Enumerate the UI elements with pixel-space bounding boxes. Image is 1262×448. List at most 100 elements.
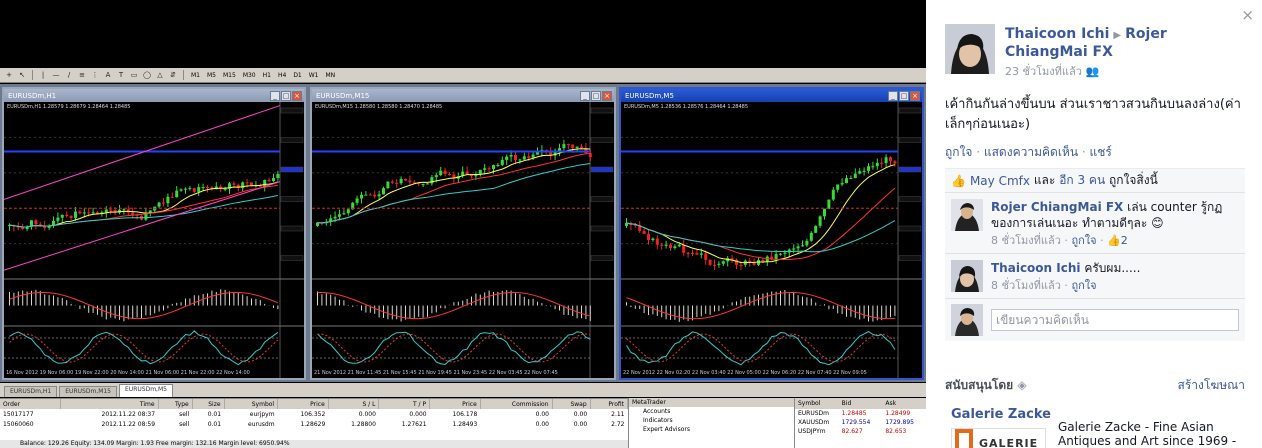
- candle-body: [34, 220, 38, 225]
- comment-time[interactable]: 8 ชั่วโมงที่แล้ว: [991, 279, 1061, 292]
- chart-toolbar: + ↖ | — / ≡ ⋮ A T ▭ ◯ △ ⇵ M1 M5 M15 M30 …: [0, 68, 926, 83]
- close-viewer-button[interactable]: ×: [1241, 6, 1254, 24]
- mw-bid: 82.627: [841, 428, 863, 435]
- orders-panel: Order Time Type Size Symbol Price S / LT / P Pr…: [0, 398, 629, 448]
- order-cell: sell: [179, 420, 190, 428]
- candle-body: [426, 183, 429, 185]
- orders-col-header: Order: [0, 399, 61, 409]
- comment-time[interactable]: 8 ชั่วโมงที่แล้ว: [991, 234, 1061, 247]
- order-cell: sell: [179, 410, 190, 418]
- chart-time-axis: 16 Nov 2012 19 Nov 06:00 19 Nov 22:00 20…: [6, 370, 250, 376]
- candle-body: [536, 152, 539, 155]
- candle-body: [849, 177, 853, 179]
- candle-body: [91, 212, 95, 214]
- candle-body: [651, 238, 655, 241]
- candle-body: [21, 227, 25, 230]
- sponsored-info-icon[interactable]: ◈: [1017, 378, 1026, 392]
- chart-titlebar: EURUSDm,M5 _ □ ×: [621, 89, 922, 102]
- chart-quote: EURUSDm,M5 1.28536 1.28576 1.28464 1.284…: [624, 104, 748, 110]
- candle-body: [245, 182, 249, 184]
- order-cell: 106.178: [452, 410, 478, 418]
- candle-body: [104, 209, 108, 213]
- navigator-item-indicators: Indicators: [643, 417, 673, 424]
- author-avatar[interactable]: [945, 24, 995, 74]
- comment-author-link[interactable]: Rojer ChiangMai FX: [991, 200, 1123, 214]
- friends-privacy-icon[interactable]: 👥: [1085, 65, 1099, 78]
- candle-body: [478, 169, 482, 175]
- order-cell: 0.00: [535, 410, 549, 418]
- comment-like-link[interactable]: ถูกใจ: [1071, 234, 1096, 247]
- order-cell: 106.352: [300, 410, 326, 418]
- orders-col-header: Commission: [480, 399, 553, 409]
- candle-body: [664, 244, 668, 246]
- chart-window-m5: EURUSDm,M5 _ □ × EURUSDm,M5 1.28536 1.2857…: [619, 87, 924, 380]
- ad-title-link[interactable]: Galerie Zacke: [951, 407, 1051, 422]
- candle-body: [562, 144, 566, 149]
- price-tag: [280, 255, 304, 261]
- comment-like-link[interactable]: ถูกใจ: [1071, 279, 1096, 292]
- commenter-avatar[interactable]: [951, 199, 983, 231]
- candle-body: [805, 240, 809, 246]
- order-cell: 2012.11.22 08:59: [101, 420, 156, 428]
- candle-body: [531, 154, 535, 158]
- text-icon: A: [105, 71, 111, 79]
- candle-body: [131, 212, 135, 215]
- sponsored-title-text: สนับสนุนโดย: [945, 378, 1014, 392]
- author-link[interactable]: Thaicoon Ichi: [1005, 26, 1109, 42]
- chart-title: EURUSDm,H1: [8, 91, 57, 100]
- candle-body: [673, 246, 677, 249]
- label-icon: T: [118, 71, 124, 79]
- candle-body: [571, 144, 575, 148]
- share-link[interactable]: แชร์: [1090, 145, 1112, 159]
- candle-body: [443, 170, 447, 175]
- like-link[interactable]: ถูกใจ: [945, 145, 972, 159]
- candle-body: [580, 146, 583, 148]
- post-time-text[interactable]: 23 ชั่วโมงที่แล้ว: [1005, 65, 1082, 78]
- candle-body: [875, 162, 879, 167]
- candle-body: [655, 238, 659, 245]
- liker-link[interactable]: May Cmfx: [970, 174, 1030, 188]
- comment-meta: 8 ชั่วโมงที่แล้ว · ถูกใจ: [991, 279, 1097, 292]
- chart-titlebar: EURUSDm,M15 _ □ ×: [312, 89, 614, 102]
- orders-col-header: Symbol: [224, 399, 279, 409]
- candle-body: [368, 194, 372, 196]
- candle-body: [642, 230, 646, 234]
- trading-terminal-photo: + ↖ | — / ≡ ⋮ A T ▭ ◯ △ ⇵ M1 M5 M15 M30 …: [0, 0, 926, 448]
- rectangle-icon: ▭: [130, 71, 138, 79]
- cursor-icon: ↖: [19, 71, 25, 79]
- comment-author-link[interactable]: Thaicoon Ichi: [991, 261, 1081, 275]
- chart-window-h1: EURUSDm,H1 _ □ × EURUSDm,H1 1.28579 1.2867…: [2, 87, 306, 380]
- other-likers-link[interactable]: อีก 3 คน: [1059, 171, 1105, 190]
- ellipse-icon: ◯: [143, 71, 151, 79]
- comment-link[interactable]: แสดงความคิดเห็น: [984, 145, 1078, 159]
- comment-like-count[interactable]: 👍2: [1107, 234, 1128, 247]
- candle-body: [201, 186, 205, 188]
- order-cell: 15017177: [3, 410, 34, 418]
- market-watch-row: USDJPYm 82.627 82.653: [795, 427, 926, 436]
- timeframe-m15: M15: [223, 71, 236, 79]
- candle-body: [814, 225, 818, 233]
- order-cell: 0.000: [358, 410, 376, 418]
- price-tag: [590, 107, 614, 114]
- candle-body: [527, 156, 531, 158]
- candle-body: [845, 178, 848, 183]
- commenter-avatar[interactable]: [951, 260, 983, 292]
- candle-body: [699, 253, 703, 255]
- ad-logo-text: GALERIE: [979, 436, 1039, 448]
- candle-body: [109, 209, 113, 211]
- orders-col-header: Size: [192, 399, 225, 409]
- candle-body: [836, 184, 840, 190]
- candle-body: [87, 212, 91, 214]
- chart-workspace: EURUSDm,H1 _ □ × EURUSDm,H1 1.28579 1.2867…: [0, 84, 926, 382]
- market-watch-header: Symbol Bid Ask: [795, 398, 926, 409]
- price-tag: [590, 255, 614, 261]
- photo-sidebar: × Thaicoon Ichi ▶ Rojer ChiangMai FX 23 ชั…: [926, 0, 1262, 448]
- comment-input[interactable]: [991, 309, 1239, 331]
- chart-quote: EURUSDm,H1 1.28579 1.28679 1.28464 1.284…: [7, 104, 131, 110]
- create-ad-link[interactable]: สร้างโฆษณา: [1178, 376, 1246, 395]
- ad-logo[interactable]: GALERIE: [951, 428, 1046, 448]
- candle-body: [355, 198, 359, 203]
- candle-body: [823, 208, 826, 217]
- price-tag: [898, 137, 922, 143]
- candle-body: [893, 161, 897, 164]
